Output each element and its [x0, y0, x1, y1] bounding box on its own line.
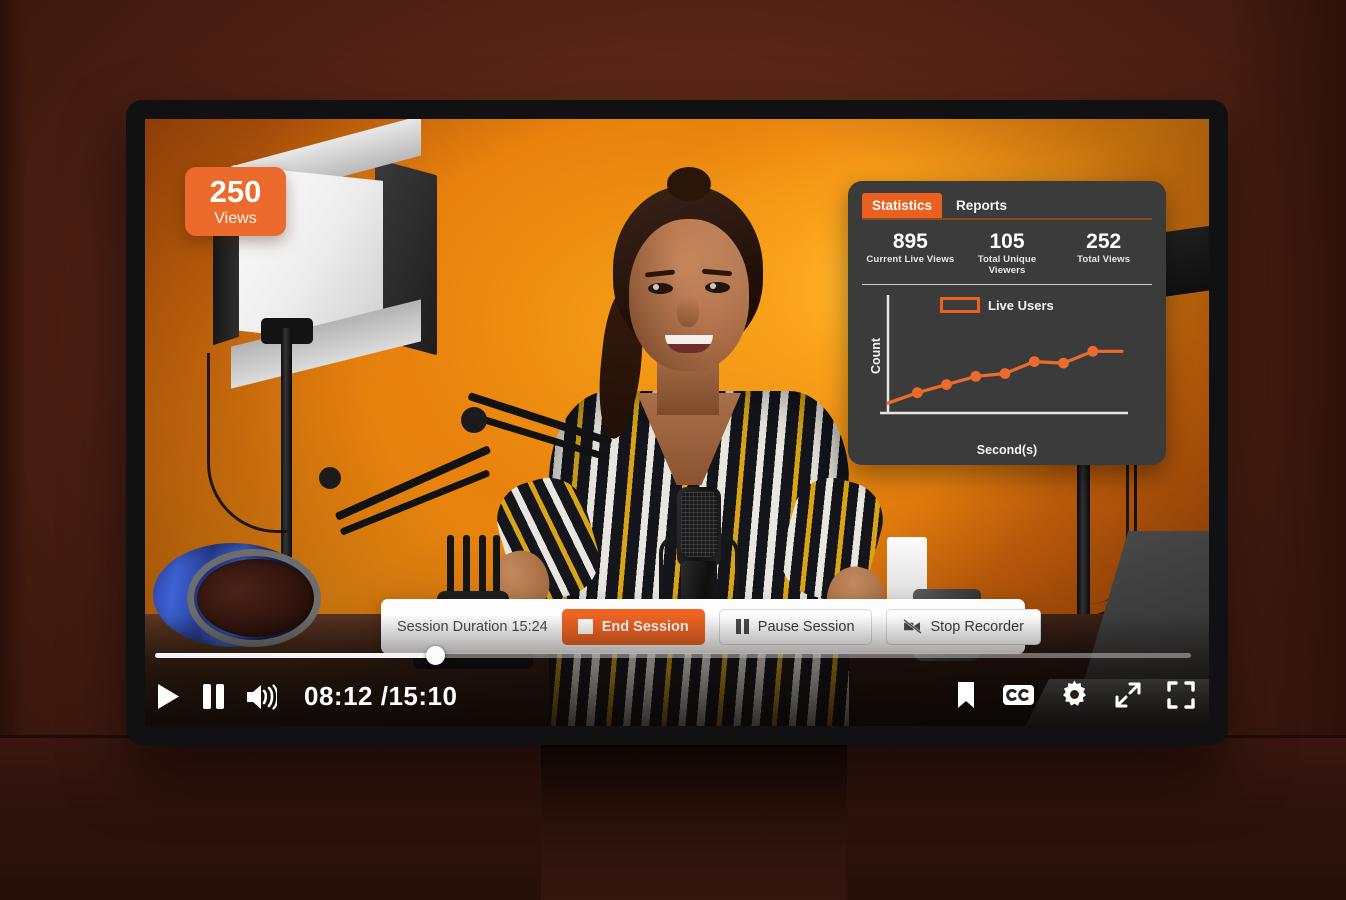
metric-label: Total Views	[1077, 254, 1131, 266]
play-icon[interactable]	[155, 682, 182, 711]
chart-data-point	[1028, 356, 1040, 368]
chart-plot	[880, 295, 1128, 415]
presenter-hair-bun	[667, 167, 711, 201]
player-right-controls	[955, 680, 1195, 709]
background-left-shadow	[0, 0, 26, 760]
chart-data-point	[911, 387, 923, 399]
monitor-bezel: 250 Views Statistics Reports 895 Current…	[126, 100, 1228, 745]
chart-x-axis-label: Second(s)	[976, 443, 1038, 458]
boom-joint-1	[461, 407, 487, 433]
fullscreen-icon[interactable]	[1167, 680, 1195, 709]
metric-value: 105	[989, 230, 1025, 253]
monitor-screen: 250 Views Statistics Reports 895 Current…	[145, 119, 1209, 726]
bookmark-icon[interactable]	[955, 681, 977, 709]
live-users-chart: Live Users Count Second(s)	[862, 291, 1152, 457]
tab-statistics[interactable]: Statistics	[862, 193, 943, 218]
gear-icon[interactable]	[1060, 680, 1089, 709]
views-badge: 250 Views	[185, 167, 286, 236]
views-count: 250	[209, 173, 262, 209]
chart-data-point	[970, 371, 982, 382]
pause-icon[interactable]	[201, 682, 226, 711]
metric-total-views: 252 Total Views	[1055, 230, 1152, 276]
metric-total-unique-viewers: 105 Total Unique Viewers	[959, 230, 1056, 276]
statistics-panel: Statistics Reports 895 Current Live View…	[848, 181, 1166, 465]
microphone-grille	[681, 491, 717, 557]
boom-joint-2	[319, 467, 341, 489]
base-rod-2	[463, 535, 470, 595]
video-progress-handle[interactable]	[425, 646, 445, 665]
presenter-teeth	[665, 335, 713, 344]
player-time-display: 08:12 /15:10	[304, 681, 458, 711]
presenter-nose	[677, 297, 699, 327]
chart-data-point	[941, 379, 952, 391]
presenter-eye-right	[705, 282, 730, 293]
metric-value: 252	[1086, 230, 1122, 253]
player-left-controls: 08:12 /15:10	[155, 681, 457, 712]
metric-label: Current Live Views	[866, 254, 955, 266]
presenter-eye-highlight-left	[653, 284, 659, 290]
base-rod-3	[479, 535, 486, 595]
closed-caption-icon[interactable]	[1002, 683, 1035, 707]
monitor-stand	[541, 740, 847, 900]
player-control-overlay: 08:12 /15:10	[145, 614, 1209, 726]
views-label: Views	[214, 209, 257, 227]
chart-data-point	[1058, 357, 1069, 369]
video-progress-filled	[155, 653, 435, 658]
base-rod-4	[493, 535, 500, 595]
metric-current-live-views: 895 Current Live Views	[862, 230, 959, 276]
metric-label: Total Unique Viewers	[977, 254, 1037, 277]
presenter-eye-highlight-right	[710, 283, 716, 289]
statistics-metrics-row: 895 Current Live Views 105 Total Unique …	[862, 220, 1152, 286]
presenter-eye-left	[648, 283, 673, 294]
base-rod-1	[447, 535, 454, 595]
tab-reports[interactable]: Reports	[946, 193, 1017, 218]
microphone-base-rods	[447, 535, 500, 595]
statistics-panel-tabs: Statistics Reports	[862, 193, 1152, 220]
chart-data-point	[1087, 346, 1099, 357]
video-progress-bar[interactable]	[155, 646, 1191, 665]
chart-data-point	[999, 368, 1011, 380]
volume-icon[interactable]	[245, 683, 277, 711]
chart-series-markers-live-users	[911, 346, 1099, 399]
metric-value: 895	[892, 230, 928, 253]
expand-arrows-icon[interactable]	[1114, 681, 1142, 709]
